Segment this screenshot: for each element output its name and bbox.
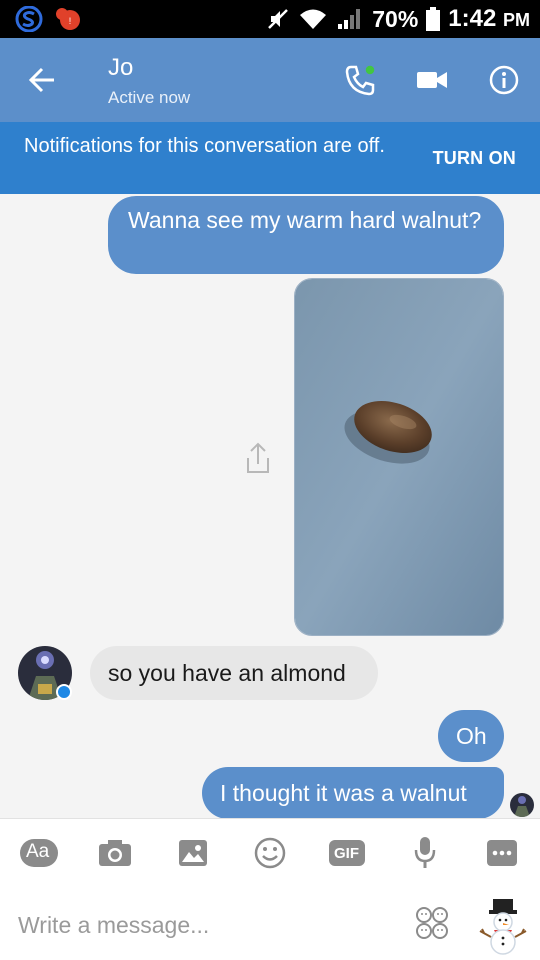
photo-message[interactable] (294, 278, 504, 636)
message-bubble-outgoing[interactable]: Oh (438, 710, 504, 762)
notifications-off-text: Notifications for this conversation are … (24, 135, 385, 157)
camera-icon (99, 840, 131, 866)
messenger-badge-icon (56, 684, 72, 700)
voice-button[interactable] (407, 835, 443, 871)
notifications-off-banner: Notifications for this conversation are … (0, 122, 540, 194)
more-options-button[interactable] (484, 835, 520, 871)
contact-status: Active now (108, 88, 191, 107)
wifi-icon (300, 9, 327, 29)
almond-photo (295, 279, 503, 635)
snowman-icon (479, 899, 527, 955)
image-icon (179, 840, 207, 866)
notification-app-icon: ! (56, 8, 80, 30)
status-bar: ! 70% 1:42 PM (0, 0, 540, 38)
video-call-button[interactable] (412, 60, 452, 100)
more-dots-icon (487, 840, 517, 866)
back-button[interactable] (22, 60, 62, 100)
back-arrow-icon (28, 67, 54, 93)
text-style-button[interactable]: Aa (20, 835, 58, 871)
voice-call-button[interactable] (340, 60, 380, 100)
share-icon (247, 442, 269, 473)
conversation-header: Jo Active now (0, 38, 540, 122)
gif-label: GIF (334, 845, 359, 862)
read-receipt-avatar (510, 793, 534, 817)
svg-text:!: ! (69, 16, 72, 26)
sticker-button[interactable] (412, 903, 452, 943)
info-icon (489, 65, 519, 95)
camera-button[interactable] (97, 835, 133, 871)
app-s-icon (15, 6, 43, 32)
phone-icon (345, 64, 376, 96)
message-bubble-outgoing[interactable]: Wanna see my warm hard walnut? (108, 196, 504, 274)
signal-icon (338, 9, 361, 29)
battery-percent: 70% (372, 5, 419, 32)
contact-name[interactable]: Jo (108, 54, 133, 82)
smiley-icon (254, 837, 286, 869)
share-button[interactable] (240, 440, 276, 476)
status-time: 1:42 PM (448, 5, 530, 32)
stickers-icon (416, 907, 448, 939)
snowman-sticker-button[interactable] (474, 895, 532, 955)
microphone-icon (414, 837, 436, 868)
aa-label: Aa (26, 841, 50, 862)
message-bubble-incoming[interactable]: so you have an almond (90, 646, 378, 700)
gif-button[interactable]: GIF (329, 835, 365, 871)
video-camera-icon (417, 72, 447, 88)
message-input[interactable] (18, 905, 378, 945)
status-right: 70% 1:42 PM (266, 0, 530, 38)
emoji-button[interactable] (252, 835, 288, 871)
gallery-button[interactable] (175, 835, 211, 871)
mute-icon (268, 9, 289, 29)
info-button[interactable] (484, 60, 524, 100)
read-receipt-icon (510, 793, 534, 817)
message-bubble-outgoing[interactable]: I thought it was a walnut (202, 767, 504, 819)
battery-icon (426, 7, 441, 31)
turn-on-button[interactable]: TURN ON (433, 148, 516, 169)
message-composer: Aa GIF (0, 818, 540, 960)
status-left-icons: ! (14, 6, 84, 32)
